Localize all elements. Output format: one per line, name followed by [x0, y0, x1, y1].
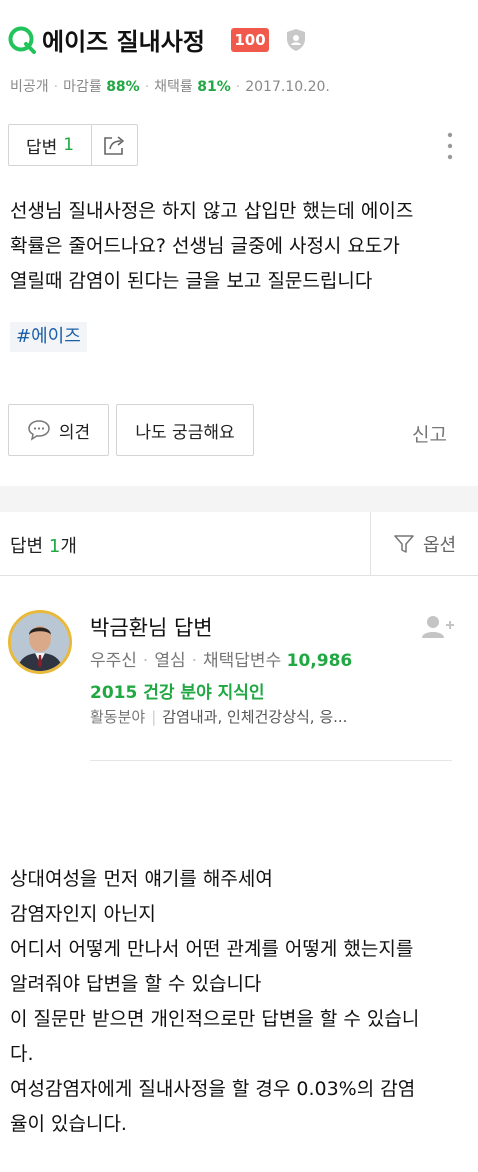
answerer-name[interactable]: 박금환님 답변: [90, 612, 213, 642]
answerer-grade: 우주신: [90, 651, 137, 671]
question-line: 선생님 질내사정은 하지 않고 삽입만 했는데 에이즈: [10, 200, 414, 222]
shield-icon: [287, 29, 305, 51]
answer-line: 이 질문만 받으면 개인적으로만 답변을 할 수 있습니: [10, 1008, 420, 1030]
visibility-text: 비공개: [10, 79, 49, 95]
question-line: 확률은 줄어드나요? 선생님 글중에 사정시 요도가: [10, 235, 400, 257]
share-button[interactable]: [92, 125, 137, 165]
add-person-icon[interactable]: [420, 614, 456, 640]
question-body: 선생님 질내사정은 하지 않고 삽입만 했는데 에이즈 확률은 줄어드나요? 선…: [10, 194, 470, 299]
adoption-value: 81%: [197, 79, 231, 95]
q-icon: [8, 26, 36, 54]
question-line: 열릴때 감염이 된다는 글을 보고 질문드립니다: [10, 270, 373, 292]
answerer-fields: 활동분야 | 감염내과, 인체건강상식, 응...: [90, 708, 348, 726]
options-button[interactable]: 옵션: [370, 512, 478, 576]
comment-icon: [28, 420, 50, 441]
tag-link[interactable]: #에이즈: [10, 322, 87, 352]
answer-count: 1: [63, 135, 75, 155]
share-icon: [103, 136, 124, 155]
answer-line: 여성감염자에게 질내사정을 할 경우 0.03%의 감염: [10, 1078, 416, 1100]
question-date: 2017.10.20.: [245, 79, 330, 95]
question-meta: 비공개 · 마감률 88% · 채택률 81% · 2017.10.20.: [10, 79, 330, 95]
answers-unit: 개: [60, 536, 77, 557]
field-values: 감염내과, 인체건강상식, 응...: [162, 708, 348, 726]
answers-count: 1: [48, 536, 61, 557]
kebab-icon[interactable]: [444, 130, 456, 162]
answer-line: 알려줘야 답변을 할 수 있습니다: [10, 973, 262, 995]
answerer-stats: 우주신 · 열심 · 채택답변수 10,986: [90, 651, 353, 671]
answerer-avatar[interactable]: [8, 610, 72, 674]
answer-line: 율이 있습니다.: [10, 1113, 127, 1135]
expert-title: 2015 건강 분야 지식인: [90, 683, 265, 703]
section-divider: [0, 486, 478, 512]
answer-line: 감염자인지 아닌지: [10, 903, 156, 925]
points-badge: 100: [231, 28, 269, 52]
curious-label: 나도 궁금해요: [135, 422, 235, 443]
opinion-label: 의견: [58, 422, 91, 443]
question-title: 에이즈 질내사정: [42, 28, 205, 56]
opinion-button[interactable]: 의견: [8, 404, 109, 456]
answer-line: 상대여성을 먼저 얘기를 해주세여: [10, 868, 273, 890]
options-label: 옵션: [422, 535, 457, 556]
answerer-status: 열심: [154, 651, 186, 671]
adopted-label: 채택답변수: [203, 651, 282, 671]
answers-count-label: 답변 1개: [10, 532, 77, 558]
closing-value: 88%: [106, 79, 140, 95]
adopted-count: 10,986: [286, 651, 353, 671]
filter-icon: [394, 535, 414, 553]
closing-label: 마감률: [63, 79, 102, 95]
answer-count-label: 답변: [25, 137, 58, 158]
curious-button[interactable]: 나도 궁금해요: [116, 404, 254, 456]
field-label: 활동분야: [90, 708, 146, 726]
answers-label: 답변: [10, 536, 44, 557]
answer-line: 다.: [10, 1043, 34, 1065]
answers-header: 답변 1개 옵션: [0, 512, 478, 576]
answer-count-button[interactable]: 답변 1: [9, 125, 92, 165]
answerer-divider: [90, 760, 452, 761]
avatar-image: [11, 613, 69, 671]
adoption-label: 채택률: [154, 79, 193, 95]
report-link[interactable]: 신고: [412, 420, 447, 447]
answer-body: 상대여성을 먼저 얘기를 해주세여 감염자인지 아닌지 어디서 어떻게 만나서 …: [10, 862, 472, 1142]
answer-line: 어디서 어떻게 만나서 어떤 관계를 어떻게 했는지를: [10, 938, 414, 960]
answer-share-box: 답변 1: [8, 124, 138, 166]
